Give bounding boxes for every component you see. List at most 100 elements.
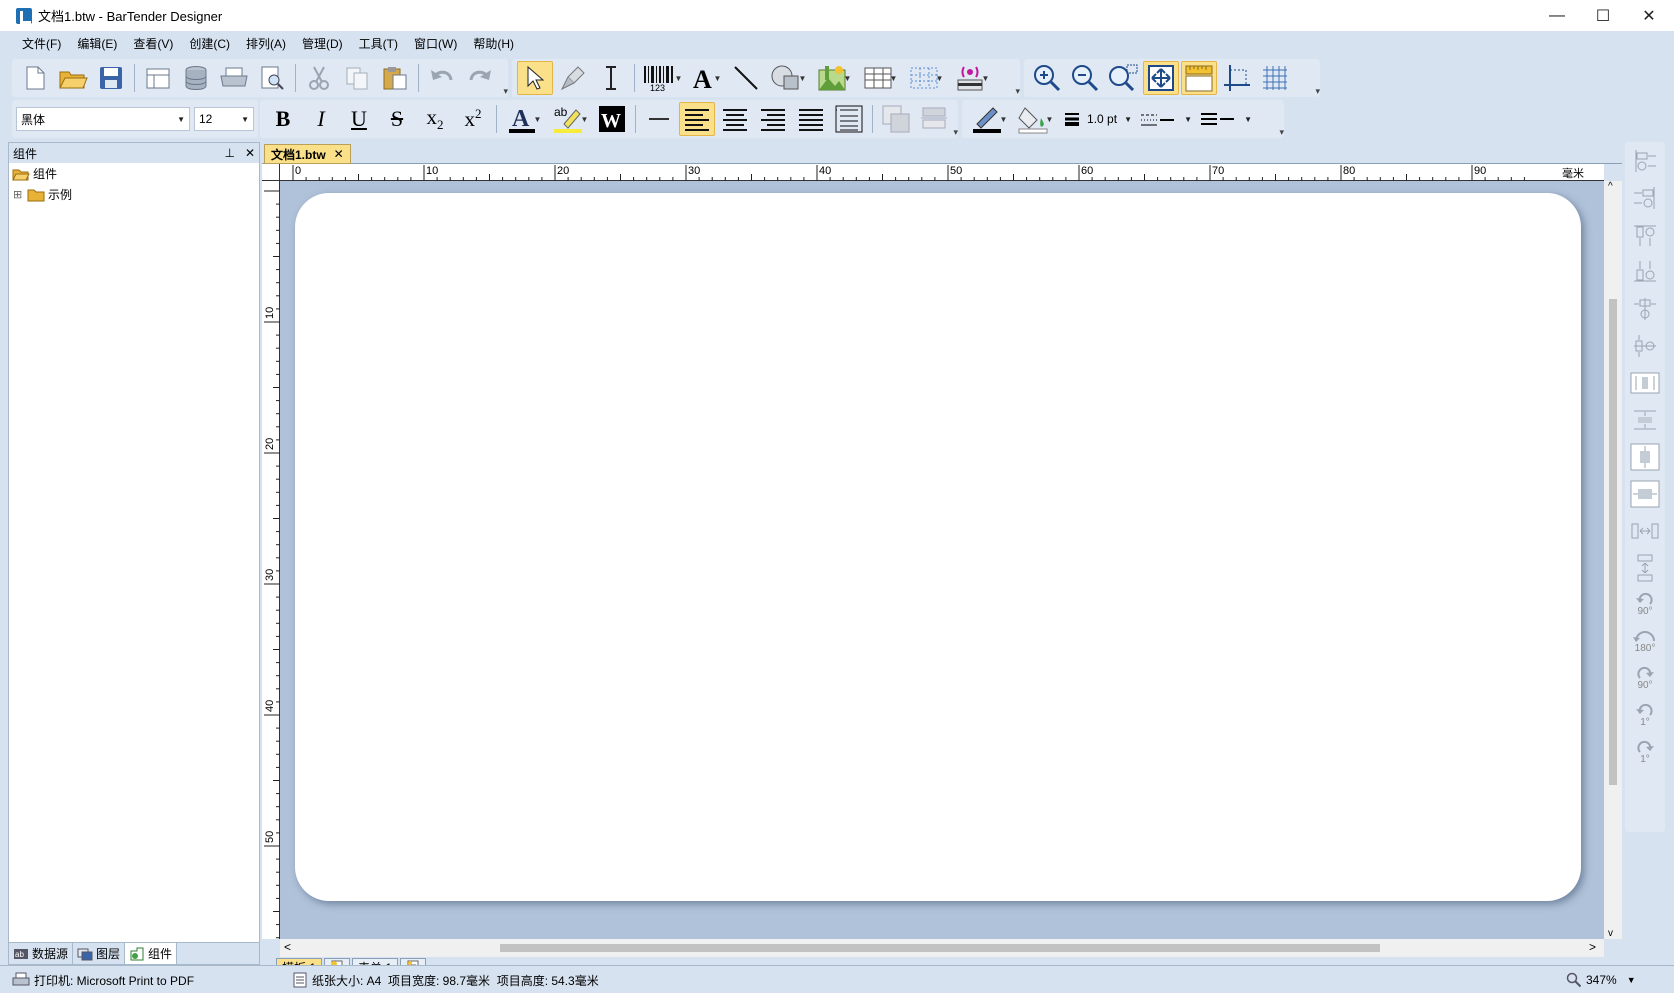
align-top-edges-icon[interactable]: [1625, 216, 1665, 253]
toolbar-overflow[interactable]: [1012, 59, 1020, 97]
snap-guides-icon[interactable]: [1219, 61, 1255, 95]
text-tool-icon[interactable]: A ▼: [686, 61, 726, 95]
redo-icon[interactable]: [462, 61, 498, 95]
print-icon[interactable]: [216, 61, 252, 95]
expand-icon[interactable]: ⊞: [13, 188, 27, 201]
space-evenly-horizontal-icon[interactable]: [1625, 512, 1665, 549]
align-center-icon[interactable]: [717, 102, 753, 136]
strikethrough-icon[interactable]: S: [379, 102, 415, 136]
align-right-icon[interactable]: [755, 102, 791, 136]
justify-icon[interactable]: [793, 102, 829, 136]
database-icon[interactable]: [178, 61, 214, 95]
open-folder-icon[interactable]: [55, 61, 91, 95]
border-style-select[interactable]: ▼: [1196, 107, 1256, 131]
toolbar-overflow[interactable]: [950, 100, 958, 138]
bold-icon[interactable]: B: [265, 102, 301, 136]
align-left-icon[interactable]: [679, 102, 715, 136]
menu-arrange[interactable]: 排列(A): [238, 31, 294, 57]
rotate-right-90-icon[interactable]: 90°: [1625, 660, 1665, 697]
page-setup-icon[interactable]: [140, 61, 176, 95]
fill-color-icon[interactable]: ▼: [1013, 102, 1057, 136]
center-horizontally-icon[interactable]: [1625, 438, 1665, 475]
horizontal-line-icon[interactable]: [641, 102, 677, 136]
rotate-180-icon[interactable]: 180°: [1625, 623, 1665, 660]
rotate-left-90-icon[interactable]: 90°: [1625, 586, 1665, 623]
scroll-thumb[interactable]: [1609, 299, 1617, 785]
menu-window[interactable]: 窗口(W): [406, 31, 465, 57]
select-pointer-icon[interactable]: [517, 61, 553, 95]
paste-icon[interactable]: [377, 61, 413, 95]
toolbar-overflow[interactable]: [500, 59, 508, 97]
send-to-back-icon[interactable]: [916, 102, 952, 136]
maximize-button[interactable]: ☐: [1580, 0, 1626, 31]
horizontal-scrollbar[interactable]: < >: [280, 939, 1604, 957]
document-tab[interactable]: 文档1.btw ✕: [264, 144, 351, 164]
scroll-thumb[interactable]: [500, 944, 1380, 952]
superscript-icon[interactable]: x2: [455, 102, 491, 136]
menu-manage[interactable]: 管理(D): [294, 31, 351, 57]
zoom-out-icon[interactable]: [1067, 61, 1103, 95]
design-canvas[interactable]: [280, 181, 1604, 939]
undo-icon[interactable]: [424, 61, 460, 95]
line-color-icon[interactable]: ▼: [967, 102, 1011, 136]
font-size-select[interactable]: 12 ▼: [194, 107, 254, 131]
reverse-text-icon[interactable]: W: [594, 102, 630, 136]
grid-tool-icon[interactable]: ▼: [904, 61, 948, 95]
printer-status[interactable]: 打印机: Microsoft Print to PDF: [12, 966, 194, 993]
save-icon[interactable]: [93, 61, 129, 95]
grid-toggle-icon[interactable]: [1257, 61, 1293, 95]
tree-node-examples[interactable]: ⊞ 示例: [9, 184, 259, 205]
scroll-left-icon[interactable]: <: [284, 940, 291, 954]
new-document-icon[interactable]: [17, 61, 53, 95]
center-vertically-icon[interactable]: [1625, 475, 1665, 512]
tab-components[interactable]: 组件: [125, 943, 178, 964]
menu-file[interactable]: 文件(F): [14, 31, 69, 57]
line-width-select[interactable]: 1.0 pt ▼: [1060, 107, 1136, 131]
shape-tool-icon[interactable]: ▼: [766, 61, 810, 95]
align-left-edges-icon[interactable]: [1625, 142, 1665, 179]
font-name-select[interactable]: 黑体 ▼: [16, 107, 190, 131]
tab-layers[interactable]: 图层: [73, 943, 126, 964]
menu-tools[interactable]: 工具(T): [351, 31, 406, 57]
menu-view[interactable]: 查看(V): [125, 31, 181, 57]
space-evenly-vertical-icon[interactable]: [1625, 549, 1665, 586]
menu-help[interactable]: 帮助(H): [465, 31, 522, 57]
italic-icon[interactable]: I: [303, 102, 339, 136]
label-template[interactable]: [295, 193, 1581, 901]
line-tool-icon[interactable]: [728, 61, 764, 95]
ruler-toggle-icon[interactable]: [1181, 61, 1217, 95]
align-right-edges-icon[interactable]: [1625, 179, 1665, 216]
copy-icon[interactable]: [339, 61, 375, 95]
scroll-down-icon[interactable]: v: [1608, 928, 1613, 939]
menu-create[interactable]: 创建(C): [181, 31, 238, 57]
menu-edit[interactable]: 编辑(E): [69, 31, 125, 57]
fit-to-width-icon[interactable]: [831, 102, 867, 136]
minimize-button[interactable]: —: [1534, 0, 1580, 31]
toolbar-overflow[interactable]: [1312, 59, 1320, 97]
font-color-icon[interactable]: A ▼: [502, 102, 546, 136]
distribute-vertical-icon[interactable]: [1625, 401, 1665, 438]
line-style-select[interactable]: ▼: [1136, 107, 1196, 131]
subscript-icon[interactable]: x2: [417, 102, 453, 136]
rfid-tool-icon[interactable]: ▼: [950, 61, 994, 95]
chevron-down-icon[interactable]: ▼: [1627, 975, 1636, 985]
print-preview-icon[interactable]: [254, 61, 290, 95]
picture-tool-icon[interactable]: ▼: [812, 61, 856, 95]
underline-icon[interactable]: U: [341, 102, 377, 136]
bring-to-front-icon[interactable]: [878, 102, 914, 136]
cut-icon[interactable]: [301, 61, 337, 95]
highlight-color-icon[interactable]: ab ▼: [548, 102, 592, 136]
rotate-left-1-icon[interactable]: 1°: [1625, 697, 1665, 734]
barcode-icon[interactable]: 123 ▼: [640, 61, 684, 95]
tab-data-sources[interactable]: ab 数据源: [9, 943, 74, 964]
format-painter-icon[interactable]: [555, 61, 591, 95]
scroll-up-icon[interactable]: ^: [1608, 181, 1613, 192]
align-bottom-edges-icon[interactable]: [1625, 253, 1665, 290]
align-horizontal-centers-icon[interactable]: [1625, 290, 1665, 327]
close-button[interactable]: ✕: [1626, 0, 1672, 31]
distribute-horizontal-icon[interactable]: [1625, 364, 1665, 401]
zoom-in-icon[interactable]: [1029, 61, 1065, 95]
text-cursor-icon[interactable]: [593, 61, 629, 95]
table-tool-icon[interactable]: ▼: [858, 61, 902, 95]
scroll-right-icon[interactable]: >: [1589, 940, 1596, 954]
